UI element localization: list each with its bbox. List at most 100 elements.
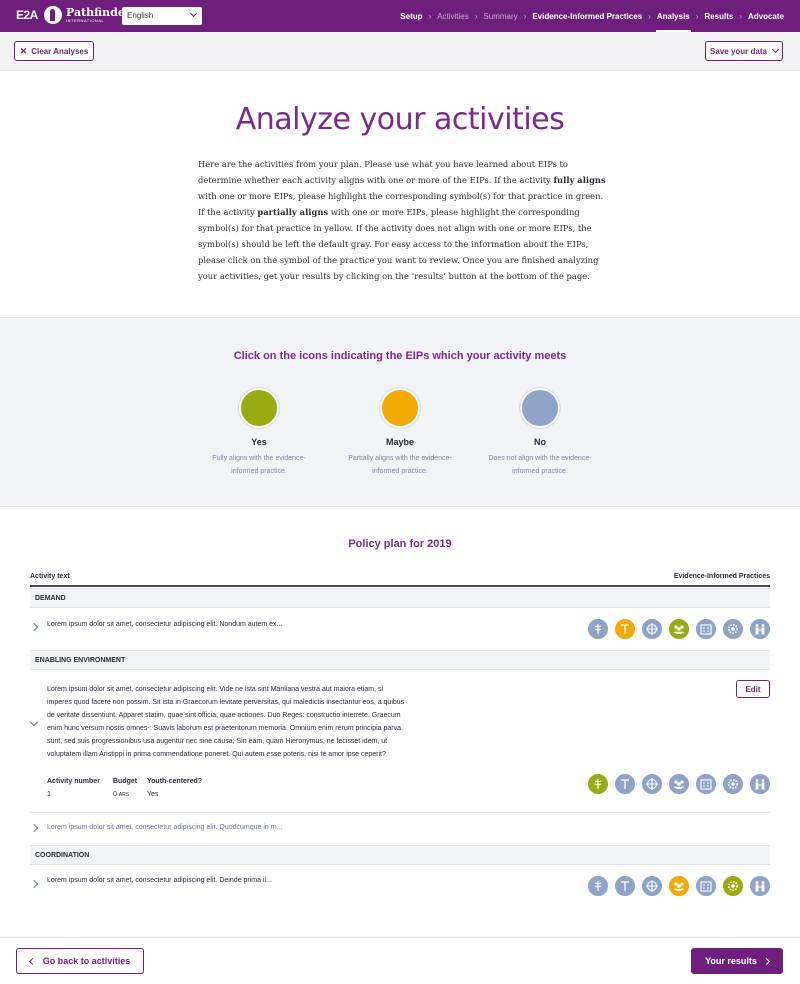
facility-icon[interactable]: [695, 875, 717, 897]
e2a-logo[interactable]: E2A: [16, 8, 38, 22]
expand-chevron-icon[interactable]: [29, 622, 39, 632]
budget-value: 0 ARS: [113, 791, 129, 798]
row-divider: [30, 812, 770, 813]
crosshair-icon[interactable]: [641, 618, 663, 640]
intro-emphasis: partially aligns: [257, 207, 329, 217]
gear-people-icon[interactable]: [722, 875, 744, 897]
legend-label-maybe: Maybe: [385, 437, 414, 447]
language-select[interactable]: English: [122, 7, 202, 25]
eip-icons-coordination-1: [587, 875, 771, 897]
group-icon[interactable]: [668, 875, 690, 897]
intro-text: Here are the activities from your plan. …: [198, 156, 608, 284]
expand-chevron-icon[interactable]: [29, 823, 39, 833]
column-header-eip: Evidence-Informed Practices: [673, 573, 770, 580]
toolbar: ✕ Clear Analyses Save your data: [0, 32, 800, 71]
budget-label: Budget: [113, 778, 138, 785]
your-results-label: Your results: [705, 956, 757, 966]
facility-icon[interactable]: [695, 618, 717, 640]
activity-row-enabling-expanded: Lorem ipsum dolor sit amet, consectetur …: [47, 686, 405, 758]
couple-icon[interactable]: [749, 618, 771, 640]
facility-icon[interactable]: [695, 773, 717, 795]
clear-analyses-button[interactable]: ✕ Clear Analyses: [14, 41, 94, 61]
close-icon: ✕: [19, 45, 28, 56]
eip-legend: Click on the icons indicating the EIPs w…: [0, 317, 800, 507]
step-analysis[interactable]: Analysis: [655, 0, 691, 32]
maybe-swatch: [380, 388, 420, 428]
chevron-left-icon: [28, 957, 36, 965]
intro-segment: with one or more EIPs, please highlight …: [198, 207, 599, 281]
budget-currency: ARS: [118, 792, 130, 798]
pathfinder-logo[interactable]: Pathfinder INTERNATIONAL: [44, 6, 131, 24]
save-data-label: Save your data: [710, 46, 767, 56]
section-coordination: COORDINATION: [30, 845, 770, 865]
activity-row-coordination-1[interactable]: Lorem ipsum dolor sit amet, consectetur …: [47, 877, 272, 884]
iud-icon[interactable]: [614, 875, 636, 897]
legend-label-yes: Yes: [251, 437, 267, 447]
edit-button[interactable]: Edit: [736, 680, 770, 698]
medical-icon[interactable]: [587, 618, 609, 640]
yes-swatch: [239, 388, 279, 428]
your-results-button[interactable]: Your results: [691, 948, 783, 974]
legend-label-no: No: [534, 437, 546, 447]
legend-item-no: No Does not align with the evidence- inf…: [475, 388, 605, 478]
gear-people-icon[interactable]: [722, 618, 744, 640]
step-setup[interactable]: Setup: [400, 0, 422, 32]
youth-centered-label: Youth-centered?: [147, 778, 203, 785]
step-results[interactable]: Results: [704, 0, 733, 32]
crosshair-icon[interactable]: [641, 773, 663, 795]
legend-title: Click on the icons indicating the EIPs w…: [233, 350, 567, 362]
legend-desc-no-line2: informed practice.: [512, 468, 568, 475]
legend-desc-no-line1: Does not align with the evidence-: [488, 455, 592, 462]
pathfinder-logo-sub: INTERNATIONAL: [66, 18, 105, 23]
step-activities[interactable]: Activities: [437, 0, 469, 32]
collapse-chevron-icon[interactable]: [29, 717, 39, 727]
chevron-right-icon: ›: [695, 11, 699, 21]
header-divider: [30, 585, 770, 587]
eip-icons-demand-1: [587, 618, 771, 640]
expand-chevron-icon[interactable]: [29, 879, 39, 889]
legend-desc-maybe-line2: informed practice.: [372, 468, 428, 475]
footer: Go back to activities Your results: [0, 937, 800, 984]
medical-icon[interactable]: [587, 773, 609, 795]
iud-icon[interactable]: [614, 618, 636, 640]
eip-icons-enabling-expanded: [587, 773, 771, 795]
chevron-right-icon: ›: [523, 11, 527, 21]
no-swatch: [520, 388, 560, 428]
activity-number-value: 1: [47, 791, 51, 798]
chevron-down-icon: [771, 45, 779, 54]
legend-desc-yes-line2: informed practice.: [231, 468, 287, 475]
medical-icon[interactable]: [587, 875, 609, 897]
group-icon[interactable]: [668, 773, 690, 795]
plan-title: Policy plan for 2019: [348, 538, 452, 550]
couple-icon[interactable]: [749, 773, 771, 795]
save-data-button[interactable]: Save your data: [705, 41, 783, 61]
activity-row-demand-1[interactable]: Lorem ipsum dolor sit amet, consectetur …: [47, 621, 282, 628]
legend-item-yes: Yes Fully aligns with the evidence- info…: [194, 388, 324, 478]
activity-number-label: Activity number: [47, 778, 100, 785]
chevron-right-icon: [762, 957, 770, 965]
section-enabling-environment: ENABLING ENVIRONMENT: [30, 650, 770, 670]
crosshair-icon[interactable]: [641, 875, 663, 897]
chevron-right-icon: ›: [428, 11, 432, 21]
legend-desc-yes: Fully aligns with the evidence- informed…: [194, 452, 324, 478]
step-evidence-informed-practices[interactable]: Evidence-Informed Practices: [532, 0, 642, 32]
intro-segment: Here are the activities from your plan. …: [198, 159, 568, 185]
section-demand: DEMAND: [30, 588, 770, 608]
pathfinder-logo-name: Pathfinder: [66, 6, 131, 19]
iud-icon[interactable]: [614, 773, 636, 795]
legend-desc-maybe: Partially aligns with the evidence- info…: [335, 452, 465, 478]
activity-row-enabling-2[interactable]: Lorem ipsum dolor sit amet, consectetur …: [47, 824, 282, 831]
couple-icon[interactable]: [749, 875, 771, 897]
budget-amount: 0: [113, 791, 117, 798]
step-summary[interactable]: Summary: [483, 0, 517, 32]
legend-desc-yes-line1: Fully aligns with the evidence-: [212, 455, 306, 462]
go-back-button[interactable]: Go back to activities: [16, 948, 144, 974]
step-advocate[interactable]: Advocate: [748, 0, 784, 32]
intro-emphasis: fully aligns: [553, 175, 606, 185]
group-icon[interactable]: [668, 618, 690, 640]
gear-people-icon[interactable]: [722, 773, 744, 795]
pathfinder-logo-icon: [44, 6, 62, 24]
chevron-right-icon: ›: [474, 11, 478, 21]
step-navigation: Setup › Activities › Summary › Evidence-…: [400, 0, 784, 32]
youth-centered-value: Yes: [147, 791, 159, 798]
